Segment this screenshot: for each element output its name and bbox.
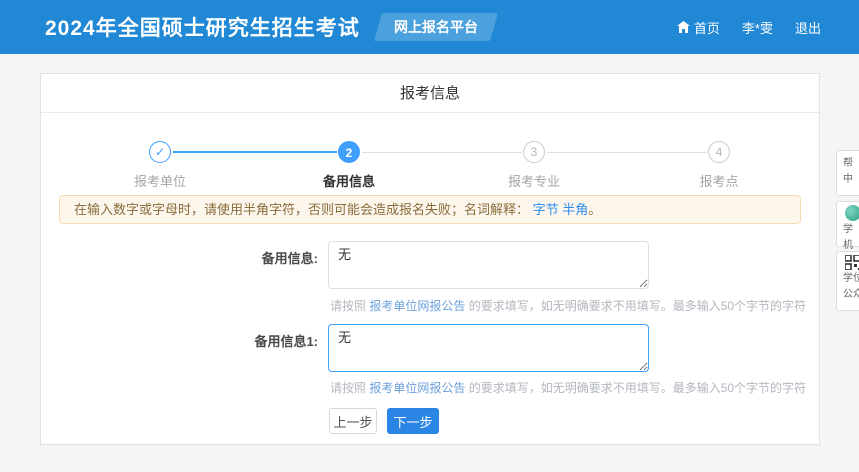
backup-info1-help: 请按照 报考单位网报公告 的要求填写，如无明确要求不用填写。最多输入50个字节的… [330,379,806,396]
help-prefix: 请按照 [330,381,369,395]
assistant-widget[interactable]: 学 机 [836,201,859,247]
unit-notice-link[interactable]: 报考单位网报公告 [369,299,465,313]
nav-home-label: 首页 [694,18,720,37]
halfwidth-warning-alert: 在输入数字或字母时，请使用半角字符，否则可能会造成报名失败；名词解释： 字节 半… [59,195,801,224]
help-prefix: 请按照 [330,299,369,313]
step-2-number: 2 [338,141,360,163]
nav-logout[interactable]: 退出 [795,18,821,37]
step-1-check-icon: ✓ [149,141,171,163]
backup-info-label: 备用信息: [168,248,318,267]
help-suffix: 的要求填写，如无明确要求不用填写。最多输入50个字节的字符 [465,381,806,395]
step-connector-done [173,151,337,153]
wizard-stepper: ✓ 报考单位 2 备用信息 3 报考专业 4 报考点 [41,114,821,194]
assistant-line1: 学 [843,222,859,238]
app-header: 2024年全国硕士研究生招生考试 网上报名平台 首页 李*雯 退出 [0,0,859,54]
glossary-link-byte[interactable]: 字节 [533,202,559,217]
step-connector [547,152,707,153]
step-4-number: 4 [708,141,730,163]
app-title: 2024年全国硕士研究生招生考试 [45,12,360,42]
help-center-line2: 中 [843,172,859,188]
nav-username[interactable]: 李*雯 [742,18,773,37]
qrcode-line2: 公众 [843,287,859,303]
alert-text: 在输入数字或字母时，请使用半角字符，否则可能会造成报名失败；名词解释： [74,202,529,217]
step-3-label: 报考专业 [474,171,594,190]
backup-info-help: 请按照 报考单位网报公告 的要求填写，如无明确要求不用填写。最多输入50个字节的… [330,297,806,314]
previous-step-button[interactable]: 上一步 [329,408,377,434]
nav-logout-label: 退出 [795,18,821,37]
unit-notice-link[interactable]: 报考单位网报公告 [369,381,465,395]
step-1-label: 报考单位 [100,171,220,190]
step-3-number: 3 [523,141,545,163]
platform-badge: 网上报名平台 [374,13,498,41]
nav-username-label: 李*雯 [742,18,773,37]
application-info-panel: 报考信息 ✓ 报考单位 2 备用信息 3 报考专业 4 报考点 在输入数字或字母… [40,73,820,445]
help-center-widget[interactable]: 帮 中 [836,150,859,196]
qrcode-widget[interactable]: 学位 公众 [836,251,859,311]
nav-home[interactable]: 首页 [677,18,720,37]
backup-info-textarea[interactable]: 无 [328,241,649,289]
header-nav: 首页 李*雯 退出 [677,18,821,37]
next-step-button[interactable]: 下一步 [387,408,439,434]
glossary-link-halfwidth[interactable]: 半角 [562,202,588,217]
alert-suffix: 。 [588,202,601,217]
home-icon [677,21,690,33]
help-center-line1: 帮 [843,156,859,172]
step-4-label: 报考点 [659,171,779,190]
qr-code-icon [845,255,859,270]
qrcode-line1: 学位 [843,271,859,287]
robot-avatar-icon [845,205,859,221]
backup-info1-textarea[interactable]: 无 [328,324,649,372]
step-connector [362,152,522,153]
step-2-label: 备用信息 [289,171,409,190]
page-title: 报考信息 [41,74,819,113]
help-suffix: 的要求填写，如无明确要求不用填写。最多输入50个字节的字符 [465,299,806,313]
backup-info1-label: 备用信息1: [168,331,318,350]
platform-badge-label: 网上报名平台 [394,17,478,37]
